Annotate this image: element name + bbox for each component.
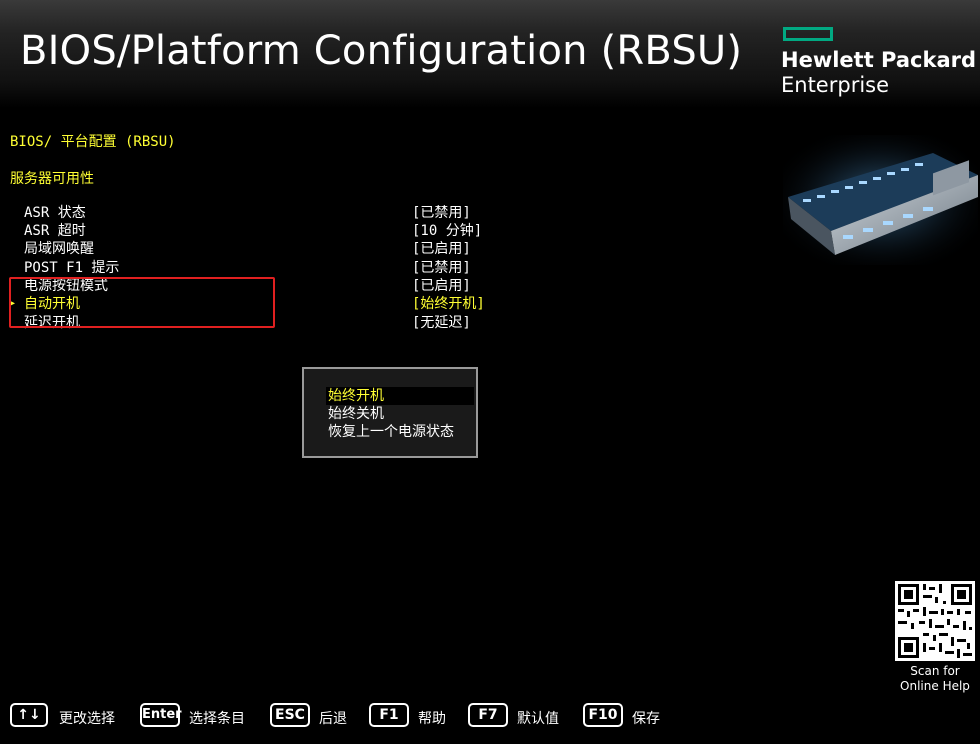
setting-value[interactable]: [已禁用]: [412, 259, 471, 277]
setting-row-post-f1-prompt[interactable]: POST F1 提示 [已禁用]: [0, 259, 560, 277]
f10-key-icon: F10: [583, 703, 623, 727]
setting-value[interactable]: [已启用]: [412, 240, 471, 258]
key-hint-back: 后退: [319, 711, 347, 727]
popup-option-always-on[interactable]: 始终开机: [326, 387, 474, 405]
page-title: BIOS/Platform Configuration (RBSU): [20, 28, 743, 74]
key-hint-help: 帮助: [418, 711, 446, 727]
setting-row-asr-timeout[interactable]: ASR 超时 [10 分钟]: [0, 222, 560, 240]
esc-key-icon: ESC: [270, 703, 310, 727]
setting-label: POST F1 提示: [24, 260, 120, 276]
qr-caption-line2: Online Help: [900, 679, 970, 693]
hpe-logo-icon: [783, 27, 833, 41]
setting-value[interactable]: [无延迟]: [412, 314, 471, 332]
popup-option-restore-last-state[interactable]: 恢复上一个电源状态: [326, 423, 474, 441]
annotation-highlight-box: [9, 277, 275, 328]
popup-option-always-off[interactable]: 始终关机: [326, 405, 474, 423]
f7-key-icon: F7: [468, 703, 508, 727]
qr-caption-line1: Scan for: [910, 664, 960, 678]
qr-code-icon: [895, 581, 975, 661]
key-hint-change-selection: 更改选择: [59, 711, 115, 727]
section-title: 服务器可用性: [10, 171, 94, 187]
option-popup[interactable]: 始终开机 始终关机 恢复上一个电源状态: [302, 367, 478, 458]
setting-label: ASR 状态: [24, 205, 86, 221]
brand-subname: Enterprise: [781, 73, 890, 97]
setting-value[interactable]: [已启用]: [412, 277, 471, 295]
setting-row-asr-status[interactable]: ASR 状态 [已禁用]: [0, 204, 560, 222]
setting-label: 局域网唤醒: [24, 241, 94, 257]
key-hint-select-entry: 选择条目: [189, 711, 245, 727]
setting-value[interactable]: [已禁用]: [412, 204, 471, 222]
brand-name: Hewlett Packard: [781, 48, 977, 72]
f1-key-icon: F1: [369, 703, 409, 727]
key-hint-save: 保存: [632, 711, 660, 727]
server-image-icon: [783, 135, 978, 265]
enter-key-icon: Enter: [140, 703, 182, 727]
breadcrumb: BIOS/ 平台配置 (RBSU): [10, 134, 176, 150]
qr-caption: Scan for Online Help: [890, 664, 980, 694]
setting-label: ASR 超时: [24, 223, 86, 239]
setting-value[interactable]: [始终开机]: [412, 295, 485, 313]
setting-row-wake-on-lan[interactable]: 局域网唤醒 [已启用]: [0, 240, 560, 258]
key-hint-default: 默认值: [517, 711, 559, 727]
setting-value[interactable]: [10 分钟]: [412, 222, 482, 240]
header-bar: BIOS/Platform Configuration (RBSU) Hewle…: [0, 0, 980, 108]
arrow-keys-icon: ↑↓: [10, 703, 48, 727]
